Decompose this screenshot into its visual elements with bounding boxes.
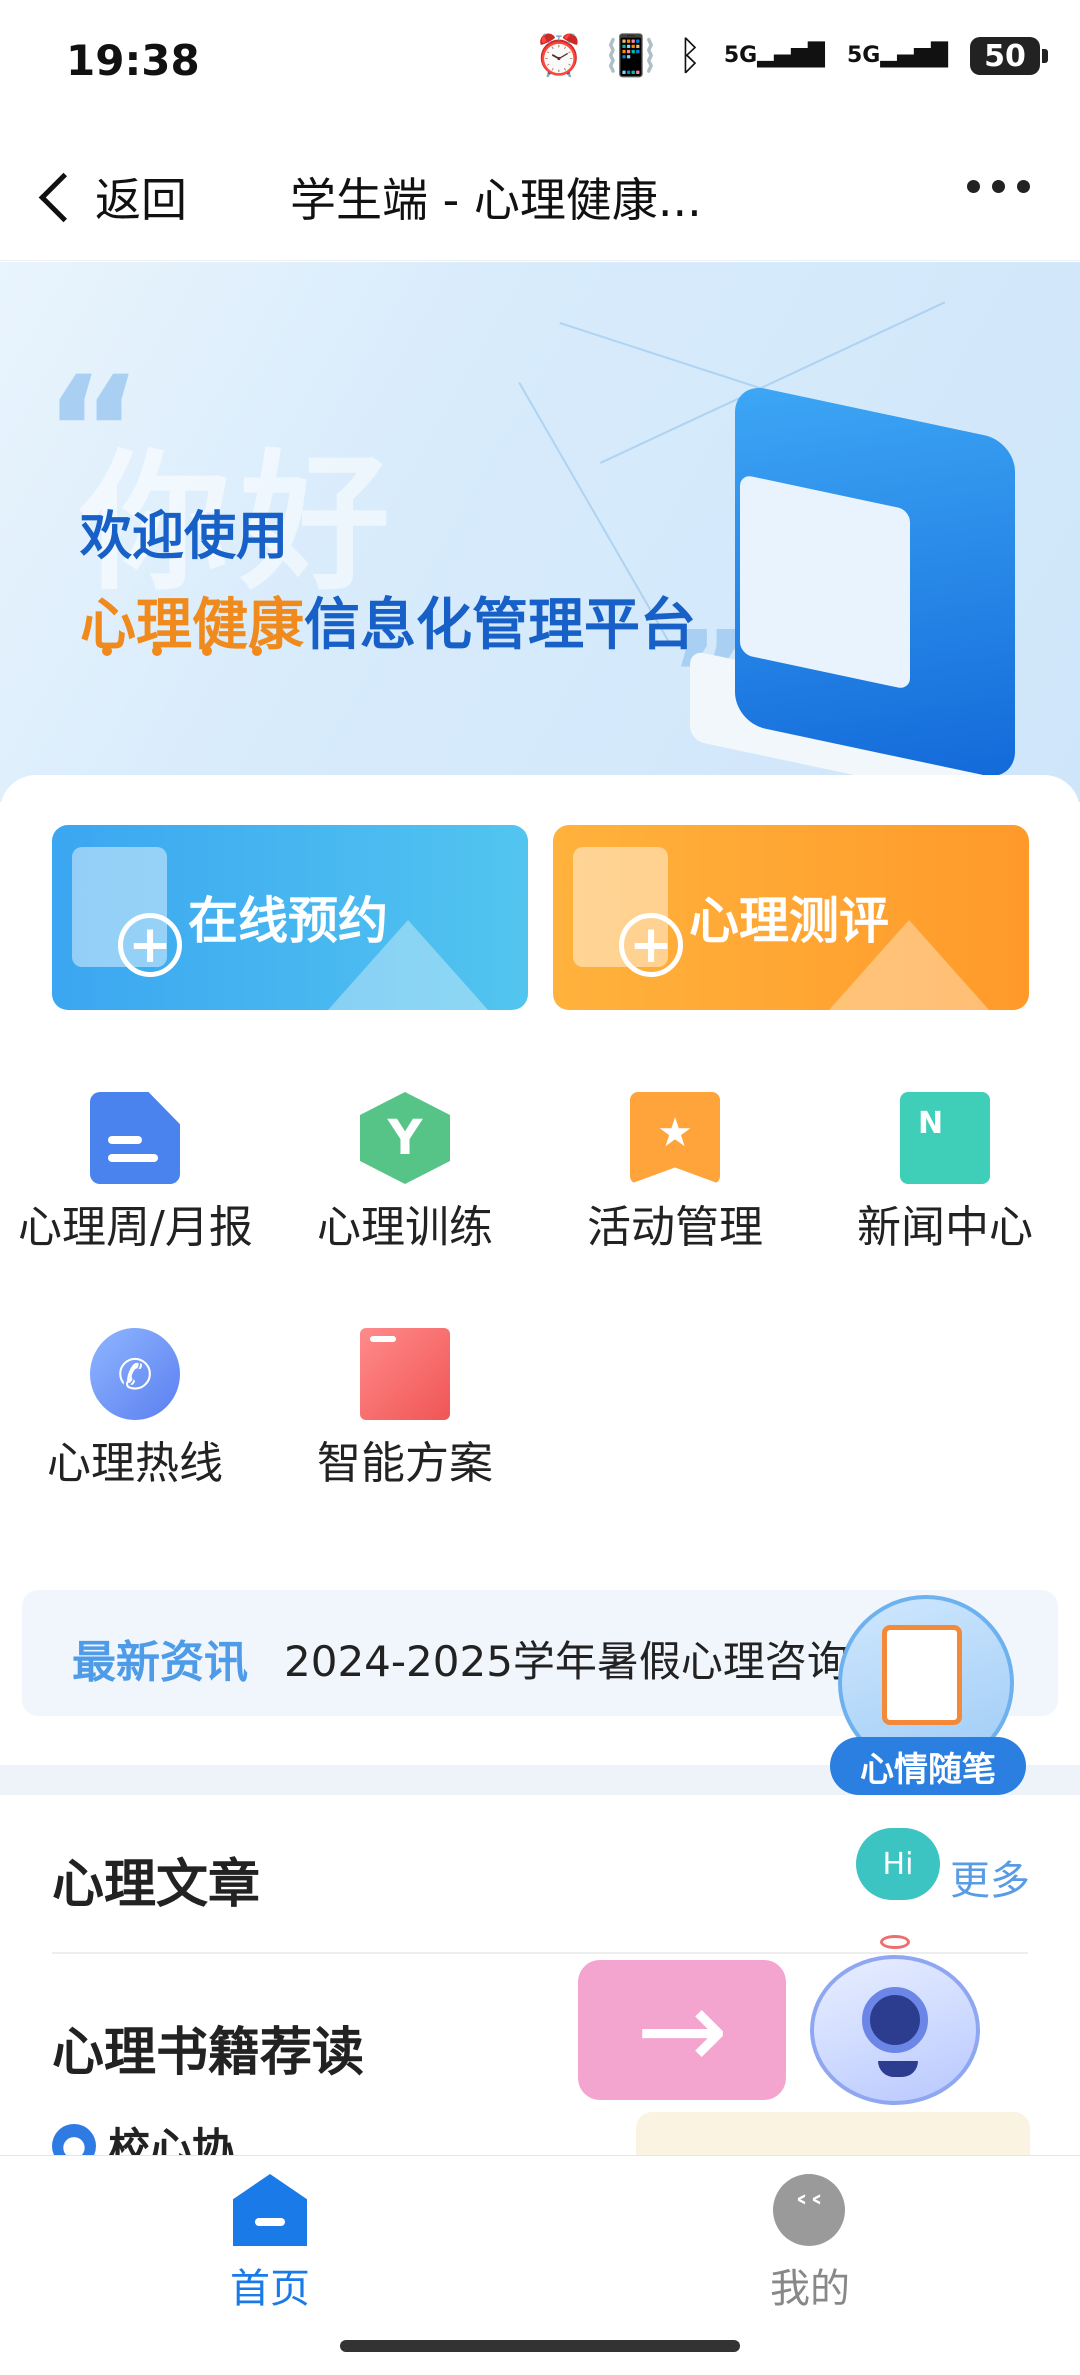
home-indicator[interactable]: [340, 2340, 740, 2352]
button-label: 心理测评: [689, 892, 889, 950]
battery-level: 50: [984, 38, 1026, 74]
signal-label: 5G: [723, 43, 758, 68]
service-smart-plan[interactable]: 智能方案: [270, 1328, 540, 1548]
signal-5g-icon: 5G▂▄▆█: [723, 43, 825, 68]
online-appointment-button[interactable]: + 在线预约: [52, 825, 528, 1010]
service-training[interactable]: Y 心理训练: [270, 1092, 540, 1312]
page-title: 学生端 - 心理健康...: [290, 173, 702, 227]
monitor-screen-illustration: [740, 473, 910, 691]
service-weekly-report[interactable]: 心理周/月报: [0, 1092, 270, 1312]
plus-icon: +: [118, 913, 182, 977]
service-label: 心理周/月报: [18, 1202, 253, 1253]
mood-journal-button[interactable]: 心情随笔: [828, 1595, 1026, 1795]
signal-label: 5G: [846, 43, 881, 68]
bluetooth-icon: ᛒ: [677, 33, 702, 79]
service-label: 心理训练: [317, 1202, 493, 1253]
back-button[interactable]: 返回: [36, 164, 187, 230]
articles-title: 心理文章: [52, 1855, 261, 1915]
more-link[interactable]: 更多: [950, 1848, 1030, 1906]
folder-icon: [360, 1328, 450, 1420]
nav-home[interactable]: 首页: [160, 2170, 380, 2312]
back-label: 返回: [95, 173, 187, 227]
quote-open-icon: “: [44, 345, 143, 519]
service-label: 心理热线: [47, 1438, 223, 1489]
news-book-icon: N: [900, 1092, 990, 1184]
star-bookmark-icon: ★: [630, 1092, 720, 1184]
nav-mine-label: 我的: [770, 2266, 850, 2312]
battery-icon: 50: [970, 37, 1048, 75]
training-hexagon-icon: Y: [360, 1092, 450, 1184]
profile-icon: ˂˂: [773, 2174, 845, 2246]
button-label: 在线预约: [188, 892, 388, 950]
more-dots-icon[interactable]: [967, 180, 1030, 193]
signal-5g-icon: 5G▂▄▆█: [846, 43, 948, 68]
banner-line1: 欢迎使用: [80, 507, 289, 567]
plus-icon: +: [619, 913, 683, 977]
welcome-banner: 你好 “ ” 欢迎使用 心理健康信息化管理平台: [0, 262, 1080, 802]
service-hotline[interactable]: ✆ 心理热线: [0, 1328, 270, 1548]
service-news-center[interactable]: N 新闻中心: [810, 1092, 1080, 1312]
title-bar: 返回 学生端 - 心理健康...: [0, 130, 1080, 261]
service-label: 智能方案: [317, 1438, 493, 1489]
arrow-right-icon[interactable]: →: [578, 1960, 786, 2100]
document-icon: [90, 1092, 180, 1184]
clipboard-icon: [882, 1625, 962, 1725]
vibrate-icon: 📳: [606, 33, 656, 79]
robot-eye: [862, 1987, 928, 2053]
service-label: 新闻中心: [857, 1202, 1033, 1253]
chevron-left-icon: [38, 172, 89, 222]
news-tag: 最新资讯: [72, 1637, 248, 1688]
status-bar: 19:38 ⏰ 📳 ᛒ 5G▂▄▆█ 5G▂▄▆█ 50: [0, 0, 1080, 130]
service-activity[interactable]: ★ 活动管理: [540, 1092, 810, 1312]
banner-rest: 信息化管理平台: [304, 593, 696, 658]
phone-icon: ✆: [90, 1328, 180, 1420]
psych-assessment-button[interactable]: + 心理测评: [553, 825, 1029, 1010]
status-time: 19:38: [66, 36, 200, 85]
nav-mine[interactable]: ˂˂ 我的: [700, 2170, 920, 2312]
robot-antenna: [880, 1935, 910, 1949]
alarm-icon: ⏰: [534, 33, 585, 79]
service-label: 活动管理: [587, 1202, 763, 1253]
home-icon: [233, 2174, 307, 2246]
status-icons: ⏰ 📳 ᛒ 5G▂▄▆█ 5G▂▄▆█ 50: [534, 33, 1048, 79]
hi-bubble[interactable]: Hi: [856, 1828, 940, 1900]
news-headline[interactable]: 2024-2025学年暑假心理咨询: [284, 1628, 884, 1689]
mood-journal-label: 心情随笔: [830, 1737, 1026, 1795]
robot-assistant-icon[interactable]: [800, 1935, 990, 2115]
banner-dots: [102, 646, 262, 656]
nav-home-label: 首页: [230, 2266, 310, 2312]
books-title: 心理书籍荐读: [52, 2023, 365, 2083]
